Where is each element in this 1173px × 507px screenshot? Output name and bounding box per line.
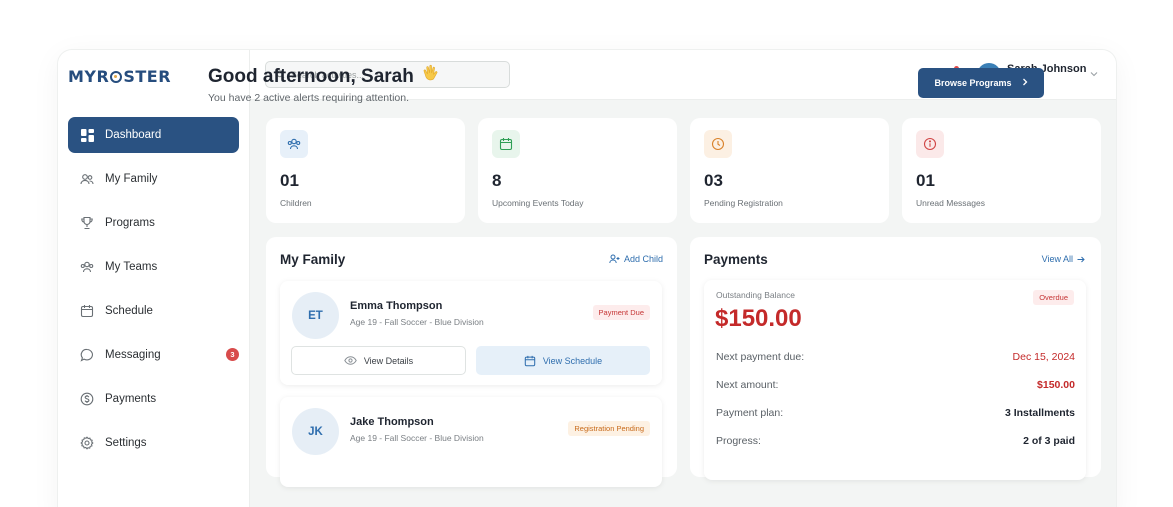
card-title: My Family — [280, 252, 346, 267]
row-label: Next payment due: — [716, 351, 805, 363]
stat-value: 8 — [492, 171, 502, 190]
add-user-icon — [609, 254, 620, 264]
calendar-icon — [492, 130, 520, 158]
status-badge: Overdue — [1033, 290, 1074, 305]
sidebar-item-label: Messaging — [105, 349, 161, 361]
status-badge: Payment Due — [592, 305, 650, 320]
sidebar-item-dashboard[interactable]: Dashboard — [68, 117, 239, 153]
calendar-icon — [80, 304, 94, 318]
avatar: ET — [292, 292, 339, 339]
stat-card-events[interactable]: 8 Upcoming Events Today — [478, 118, 677, 223]
stat-label: Children — [280, 198, 312, 208]
calendar-icon — [524, 355, 536, 367]
payment-row: Progress: 2 of 3 paid — [716, 435, 1075, 447]
child-name: Jake Thompson — [350, 416, 434, 428]
row-label: Next amount: — [716, 379, 779, 391]
users-icon — [280, 130, 308, 158]
dollar-icon — [80, 392, 94, 406]
sidebar-item-payments[interactable]: Payments — [68, 381, 239, 417]
browse-programs-button[interactable]: Browse Programs — [918, 68, 1044, 98]
payment-row: Payment plan: 3 Installments — [716, 407, 1075, 419]
payment-row: Next amount: $150.00 — [716, 379, 1075, 391]
teams-icon — [80, 260, 94, 274]
payments-card: Payments View All Outstanding Balance $1… — [690, 237, 1101, 480]
card-title: Payments — [704, 252, 768, 267]
view-details-button[interactable]: View Details — [291, 346, 466, 375]
view-schedule-label: View Schedule — [542, 355, 603, 366]
messaging-badge: 3 — [226, 348, 239, 361]
arrow-right-icon — [1077, 256, 1085, 263]
stat-card-messages[interactable]: 01 Unread Messages — [902, 118, 1101, 223]
row-label: Progress: — [716, 435, 761, 447]
avatar: JK — [292, 408, 339, 455]
view-details-label: View Details — [363, 355, 414, 366]
child-card[interactable]: ET Emma Thompson Age 19 - Fall Soccer - … — [280, 281, 662, 385]
greeting-text: Good afternoon, Sarah — [208, 66, 414, 87]
row-label: Payment plan: — [716, 407, 784, 419]
outstanding-amount: $150.00 — [715, 305, 802, 332]
add-child-label: Add Child — [623, 254, 663, 264]
sidebar-item-settings[interactable]: Settings — [68, 425, 239, 461]
stat-label: Pending Registration — [704, 198, 783, 208]
trophy-icon — [80, 216, 94, 230]
stat-card-pending[interactable]: 03 Pending Registration — [690, 118, 889, 223]
sidebar-item-label: Programs — [105, 217, 155, 229]
stat-label: Unread Messages — [916, 198, 985, 208]
outstanding-label: Outstanding Balance — [716, 290, 795, 300]
row-value: 2 of 3 paid — [1023, 435, 1075, 447]
view-all-link[interactable]: View All — [1042, 254, 1085, 264]
child-meta: Age 19 - Fall Soccer - Blue Division — [350, 317, 484, 327]
sidebar: MYR STER Dashboard My Family Programs My… — [58, 50, 250, 507]
page-greeting: Good afternoon, Sarah — [208, 63, 442, 91]
sidebar-item-schedule[interactable]: Schedule — [68, 293, 239, 329]
sidebar-item-label: Dashboard — [105, 129, 162, 141]
child-name: Emma Thompson — [350, 300, 443, 312]
stat-value: 01 — [916, 171, 935, 190]
browse-programs-label: Browse Programs — [934, 78, 1012, 88]
sidebar-item-my-teams[interactable]: My Teams — [68, 249, 239, 285]
view-schedule-button[interactable]: View Schedule — [476, 346, 650, 375]
row-value: 3 Installments — [1004, 407, 1075, 419]
chevron-down-icon[interactable] — [1090, 64, 1098, 82]
sidebar-nav: Dashboard My Family Programs My Teams Sc… — [68, 117, 239, 469]
outstanding-balance-panel: Outstanding Balance $150.00 Overdue Next… — [704, 280, 1086, 480]
eye-icon — [344, 356, 357, 365]
sidebar-item-label: My Teams — [105, 261, 158, 273]
view-all-label: View All — [1041, 254, 1073, 264]
sidebar-item-programs[interactable]: Programs — [68, 205, 239, 241]
stat-value: 03 — [704, 171, 723, 190]
sidebar-item-messaging[interactable]: Messaging 3 — [68, 337, 239, 373]
alert-subtext: You have 2 active alerts requiring atten… — [208, 92, 409, 104]
sidebar-item-label: Settings — [105, 437, 147, 449]
waving-hand-icon — [420, 63, 442, 91]
family-icon — [80, 172, 94, 186]
app-logo[interactable]: MYR STER — [68, 67, 171, 86]
stat-value: 01 — [280, 171, 299, 190]
my-family-card: My Family Add Child ET Emma Thompson Age… — [266, 237, 677, 487]
sidebar-item-my-family[interactable]: My Family — [68, 161, 239, 197]
alert-icon — [916, 130, 944, 158]
child-meta: Age 19 - Fall Soccer - Blue Division — [350, 433, 484, 443]
sidebar-item-label: My Family — [105, 173, 158, 185]
row-value: $150.00 — [1037, 379, 1075, 391]
grid-icon — [80, 128, 94, 142]
stat-card-children[interactable]: 01 Children — [266, 118, 465, 223]
chat-icon — [80, 348, 94, 362]
chevron-right-icon — [1022, 77, 1028, 89]
child-card[interactable]: JK Jake Thompson Age 19 - Fall Soccer - … — [280, 397, 662, 487]
gear-icon — [80, 436, 94, 450]
status-badge: Registration Pending — [568, 421, 650, 436]
clock-icon — [704, 130, 732, 158]
payment-row: Next payment due: Dec 15, 2024 — [716, 351, 1075, 363]
row-value: Dec 15, 2024 — [1012, 351, 1075, 363]
stat-label: Upcoming Events Today — [492, 198, 584, 208]
sidebar-item-label: Payments — [105, 393, 157, 405]
sidebar-item-label: Schedule — [105, 305, 153, 317]
add-child-button[interactable]: Add Child — [609, 254, 663, 264]
